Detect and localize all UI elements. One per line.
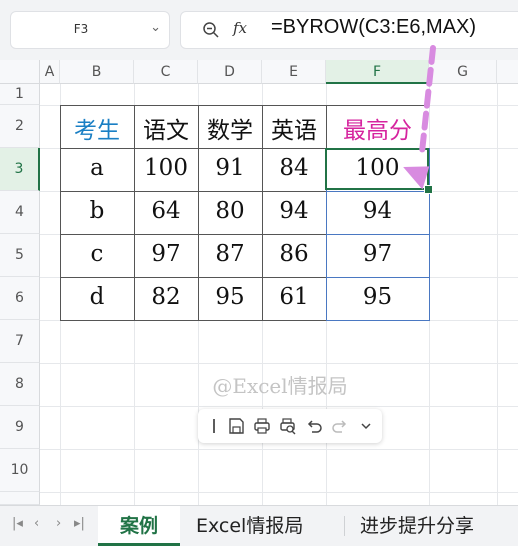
tab-divider xyxy=(344,516,345,536)
sheet-tab-excel-info[interactable]: Excel情报局 xyxy=(196,506,303,546)
print-icon[interactable] xyxy=(252,416,272,436)
prev-sheet-icon[interactable]: ‹ xyxy=(34,516,39,531)
save-icon[interactable] xyxy=(226,416,246,436)
watermark: @Excel情报局 xyxy=(212,374,348,398)
last-sheet-icon[interactable]: ▸| xyxy=(74,516,85,531)
next-sheet-icon[interactable]: › xyxy=(56,516,61,531)
annotation-arrow xyxy=(403,45,436,190)
sheet-tab-progress[interactable]: 进步提升分享 xyxy=(360,506,474,546)
first-sheet-icon[interactable]: |◂ xyxy=(12,516,23,531)
redo-icon[interactable] xyxy=(330,416,350,436)
text-cursor-icon[interactable] xyxy=(204,416,224,436)
sheet-tab-bar: |◂ ‹ › ▸| 案例 Excel情报局 进步提升分享 xyxy=(0,505,518,546)
chevron-down-icon[interactable] xyxy=(356,416,376,436)
print-preview-icon[interactable] xyxy=(278,416,298,436)
floating-toolbar xyxy=(198,409,382,443)
undo-icon[interactable] xyxy=(304,416,324,436)
sheet-tab-cases[interactable]: 案例 xyxy=(98,506,180,546)
